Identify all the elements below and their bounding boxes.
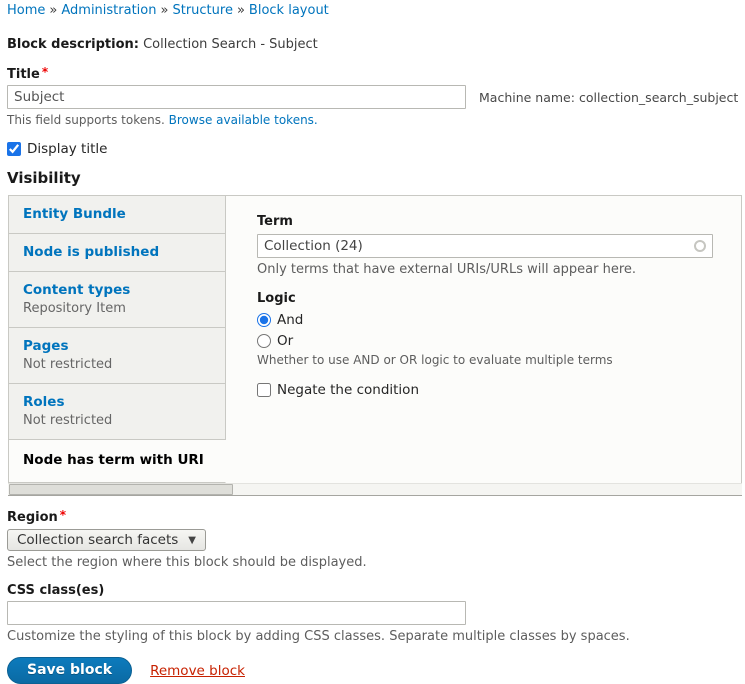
visibility-heading: Visibility [7, 169, 745, 187]
negate-condition-checkbox[interactable] [257, 383, 271, 397]
tab-summary: Not restricted [23, 413, 211, 429]
logic-label: Logic [257, 291, 713, 307]
node-has-term-with-uri-pane: Term Only terms that have external URIs/… [226, 195, 742, 483]
display-title-label[interactable]: Display title [27, 141, 107, 157]
logic-and-row: And [257, 312, 713, 328]
tab-summary: Not restricted [23, 357, 211, 373]
region-field-description: Select the region where this block shoul… [7, 555, 745, 570]
breadcrumb-separator: » [49, 3, 57, 18]
breadcrumb-link-home[interactable]: Home [7, 3, 45, 18]
term-autocomplete-input[interactable] [257, 234, 713, 258]
region-field-label: Region* [7, 507, 745, 526]
chevron-down-icon: ▼ [188, 535, 196, 546]
block-description: Block description: Collection Search - S… [7, 37, 745, 53]
tab-title: Roles [23, 394, 211, 411]
display-title-checkbox[interactable] [7, 142, 21, 156]
visibility-tab-list: Entity Bundle Node is published Content … [8, 195, 226, 483]
tab-content-types[interactable]: Content types Repository Item [9, 272, 226, 328]
logic-or-radio[interactable] [257, 334, 271, 348]
negate-condition-row: Negate the condition [257, 382, 713, 398]
breadcrumb-separator: » [161, 3, 169, 18]
region-select-value: Collection search facets [17, 532, 178, 548]
save-block-button[interactable]: Save block [7, 657, 132, 684]
title-input[interactable] [7, 85, 466, 109]
block-configure-page: Home»Administration»Structure»Block layo… [0, 0, 745, 684]
tab-node-has-term-with-uri[interactable]: Node has term with URI [9, 440, 226, 483]
css-classes-label: CSS class(es) [7, 583, 745, 599]
css-classes-description: Customize the styling of this block by a… [7, 629, 745, 644]
css-classes-input[interactable] [7, 601, 466, 625]
horizontal-scrollbar[interactable] [8, 483, 742, 495]
breadcrumb-link-block-layout[interactable]: Block layout [249, 3, 329, 18]
logic-or-row: Or [257, 333, 713, 349]
tab-roles[interactable]: Roles Not restricted [9, 384, 226, 440]
remove-block-link[interactable]: Remove block [150, 663, 245, 679]
tab-entity-bundle[interactable]: Entity Bundle [9, 196, 226, 234]
tab-title: Entity Bundle [23, 206, 211, 223]
negate-condition-label[interactable]: Negate the condition [277, 382, 419, 398]
tab-title: Pages [23, 338, 211, 355]
logic-or-label[interactable]: Or [277, 333, 293, 349]
tab-title: Content types [23, 282, 211, 299]
term-description: Only terms that have external URIs/URLs … [257, 262, 713, 277]
tab-pages[interactable]: Pages Not restricted [9, 328, 226, 384]
term-label: Term [257, 214, 713, 230]
tab-title: Node is published [23, 244, 211, 261]
visibility-vertical-tabs: Entity Bundle Node is published Content … [8, 195, 742, 496]
block-description-label: Block description: [7, 37, 139, 52]
breadcrumb-separator: » [237, 3, 245, 18]
title-field-label: Title* [7, 64, 745, 83]
title-field-description: This field supports tokens. Browse avail… [7, 113, 745, 128]
required-marker: * [60, 508, 66, 522]
breadcrumb-link-structure[interactable]: Structure [172, 3, 232, 18]
region-select[interactable]: Collection search facets ▼ [7, 529, 206, 551]
tab-summary: Repository Item [23, 301, 211, 317]
required-marker: * [42, 65, 48, 79]
display-title-row: Display title [7, 141, 745, 157]
tab-node-is-published[interactable]: Node is published [9, 234, 226, 272]
form-actions: Save block Remove block [7, 657, 745, 684]
horizontal-scrollbar-thumb[interactable] [9, 484, 233, 495]
block-description-value: Collection Search - Subject [143, 37, 318, 52]
logic-and-label[interactable]: And [277, 312, 303, 328]
breadcrumb: Home»Administration»Structure»Block layo… [7, 3, 745, 19]
logic-and-radio[interactable] [257, 313, 271, 327]
machine-name: Machine name: collection_search_subject [479, 90, 738, 105]
browse-tokens-link[interactable]: Browse available tokens. [169, 113, 318, 127]
tab-title: Node has term with URI [23, 452, 211, 469]
logic-description: Whether to use AND or OR logic to evalua… [257, 353, 713, 368]
autocomplete-idle-icon [694, 240, 706, 252]
breadcrumb-link-administration[interactable]: Administration [61, 3, 156, 18]
